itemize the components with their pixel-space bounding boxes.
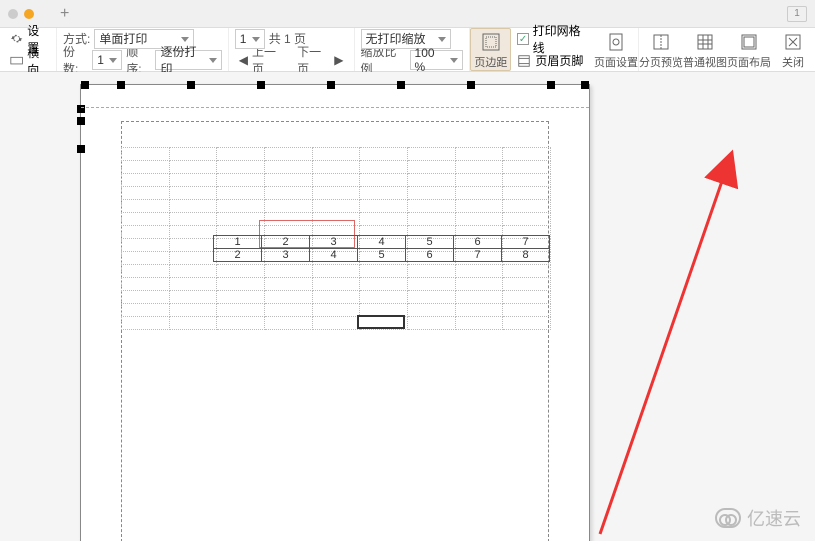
data-cell: 5	[358, 249, 406, 262]
data-cell: 2	[214, 249, 262, 262]
data-cell: 6	[406, 249, 454, 262]
data-cell: 3	[262, 249, 310, 262]
margin-button[interactable]: 页边距	[470, 28, 511, 71]
pagebreak-icon	[651, 32, 671, 52]
dot-icon	[8, 9, 18, 19]
data-cell: 7	[502, 236, 550, 249]
gear-icon	[10, 32, 23, 46]
watermark-icon	[715, 508, 741, 528]
close-icon	[783, 32, 803, 52]
data-cell: 8	[502, 249, 550, 262]
data-cell: 1	[214, 236, 262, 249]
window-count-badge[interactable]: 1	[787, 6, 807, 22]
orientation-icon	[10, 54, 23, 68]
new-tab-button[interactable]: +	[60, 5, 69, 23]
data-cell: 3	[310, 236, 358, 249]
next-page-button[interactable]: 下一页 ▶	[293, 50, 347, 70]
header-footer-button[interactable]: 页眉页脚	[535, 52, 583, 69]
data-cell: 7	[454, 249, 502, 262]
copies-select[interactable]: 1	[92, 50, 122, 70]
dot-icon	[24, 9, 34, 19]
page-setup-button[interactable]: 页面设置	[594, 28, 638, 71]
zoom-ratio-select[interactable]: 100 %	[410, 50, 464, 70]
chevron-right-icon: ▶	[334, 53, 343, 67]
data-table: 1234567 2345678	[213, 235, 550, 262]
header-footer-icon	[517, 54, 531, 68]
watermark: 亿速云	[715, 505, 801, 531]
data-cell: 2	[262, 236, 310, 249]
titlebar: + 1	[0, 0, 815, 28]
normal-view-button[interactable]: 普通视图	[683, 28, 727, 71]
page-layout-icon	[739, 32, 759, 52]
normal-view-icon	[695, 32, 715, 52]
preview-canvas[interactable]: 1234567 2345678 亿速云	[0, 72, 815, 541]
data-cell: 4	[358, 236, 406, 249]
active-cell	[357, 315, 405, 329]
data-cell: 5	[406, 236, 454, 249]
page-layout-button[interactable]: 页面布局	[727, 28, 771, 71]
pagebreak-preview-button[interactable]: 分页预览	[639, 28, 683, 71]
page-setup-icon	[606, 32, 626, 52]
chevron-left-icon: ◀	[239, 53, 248, 67]
close-button[interactable]: 关闭	[771, 28, 815, 71]
gridlines-checkbox[interactable]: ✓	[517, 33, 528, 45]
page-spin[interactable]: 1	[235, 29, 265, 49]
prev-page-button[interactable]: ◀ 上一页	[235, 50, 289, 70]
data-cell: 6	[454, 236, 502, 249]
order-select[interactable]: 逐份打印	[155, 50, 221, 70]
data-cell: 4	[310, 249, 358, 262]
page-preview: 1234567 2345678	[80, 84, 590, 541]
margin-icon	[481, 32, 501, 52]
print-toolbar: 设置 横向 方式: 单面打印 份数: 1 顺序: 逐份打印 1 共 1 页 ◀	[0, 28, 815, 72]
annotation-arrow	[580, 154, 740, 541]
